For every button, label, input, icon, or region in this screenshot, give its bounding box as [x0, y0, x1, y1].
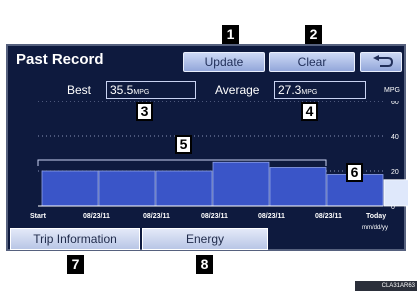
date-format-label: mm/dd/yy	[362, 225, 389, 231]
y-tick-label: 60	[391, 101, 399, 106]
clear-button[interactable]: Clear	[269, 52, 355, 72]
callout-4: 4	[301, 102, 318, 121]
bar	[98, 170, 156, 207]
past-records-bracket	[37, 159, 327, 166]
bar	[155, 170, 213, 207]
callout-2: 2	[305, 25, 322, 44]
x-tick-date: 08/23/11	[83, 213, 110, 220]
best-unit: MPG	[133, 89, 150, 96]
y-tick-label: 40	[391, 134, 399, 141]
energy-button[interactable]: Energy	[142, 228, 268, 250]
bar	[212, 161, 270, 207]
average-unit: MPG	[301, 89, 318, 96]
bar-today	[383, 179, 408, 207]
average-value: 27.3	[278, 83, 302, 97]
y-axis-label: MPG	[384, 87, 400, 94]
trip-information-button[interactable]: Trip Information	[10, 228, 140, 250]
back-button[interactable]	[360, 52, 402, 72]
callout-8: 8	[196, 255, 213, 274]
x-tick-today: Today	[366, 213, 387, 220]
x-tick-date: 08/23/11	[315, 213, 342, 220]
best-label: Best	[67, 83, 92, 97]
callout-6: 6	[346, 163, 363, 182]
mpg-bar-chart: 6040200	[37, 101, 408, 211]
update-button[interactable]: Update	[183, 52, 265, 72]
return-arrow-icon	[373, 55, 394, 67]
average-value-box: 27.3MPG	[274, 81, 366, 99]
callout-7: 7	[67, 255, 84, 274]
x-tick-date: 08/23/11	[201, 213, 228, 220]
x-tick-date: 08/23/11	[258, 213, 285, 220]
callout-5: 5	[175, 135, 192, 154]
bar	[269, 167, 327, 207]
image-code: CLA31AR63	[355, 281, 417, 291]
callout-3: 3	[136, 102, 153, 121]
page-title: Past Record	[16, 51, 104, 68]
best-value-box: 35.5MPG	[106, 81, 196, 99]
past-record-screen: Past Record Update Clear Best 35.5MPG Av…	[6, 44, 408, 251]
x-tick-date: 08/23/11	[143, 213, 170, 220]
y-tick-label: 20	[391, 169, 399, 176]
best-value: 35.5	[110, 83, 134, 97]
callout-1: 1	[222, 25, 239, 44]
bar	[41, 170, 99, 207]
average-label: Average	[215, 83, 260, 97]
x-tick-start: Start	[30, 213, 46, 220]
